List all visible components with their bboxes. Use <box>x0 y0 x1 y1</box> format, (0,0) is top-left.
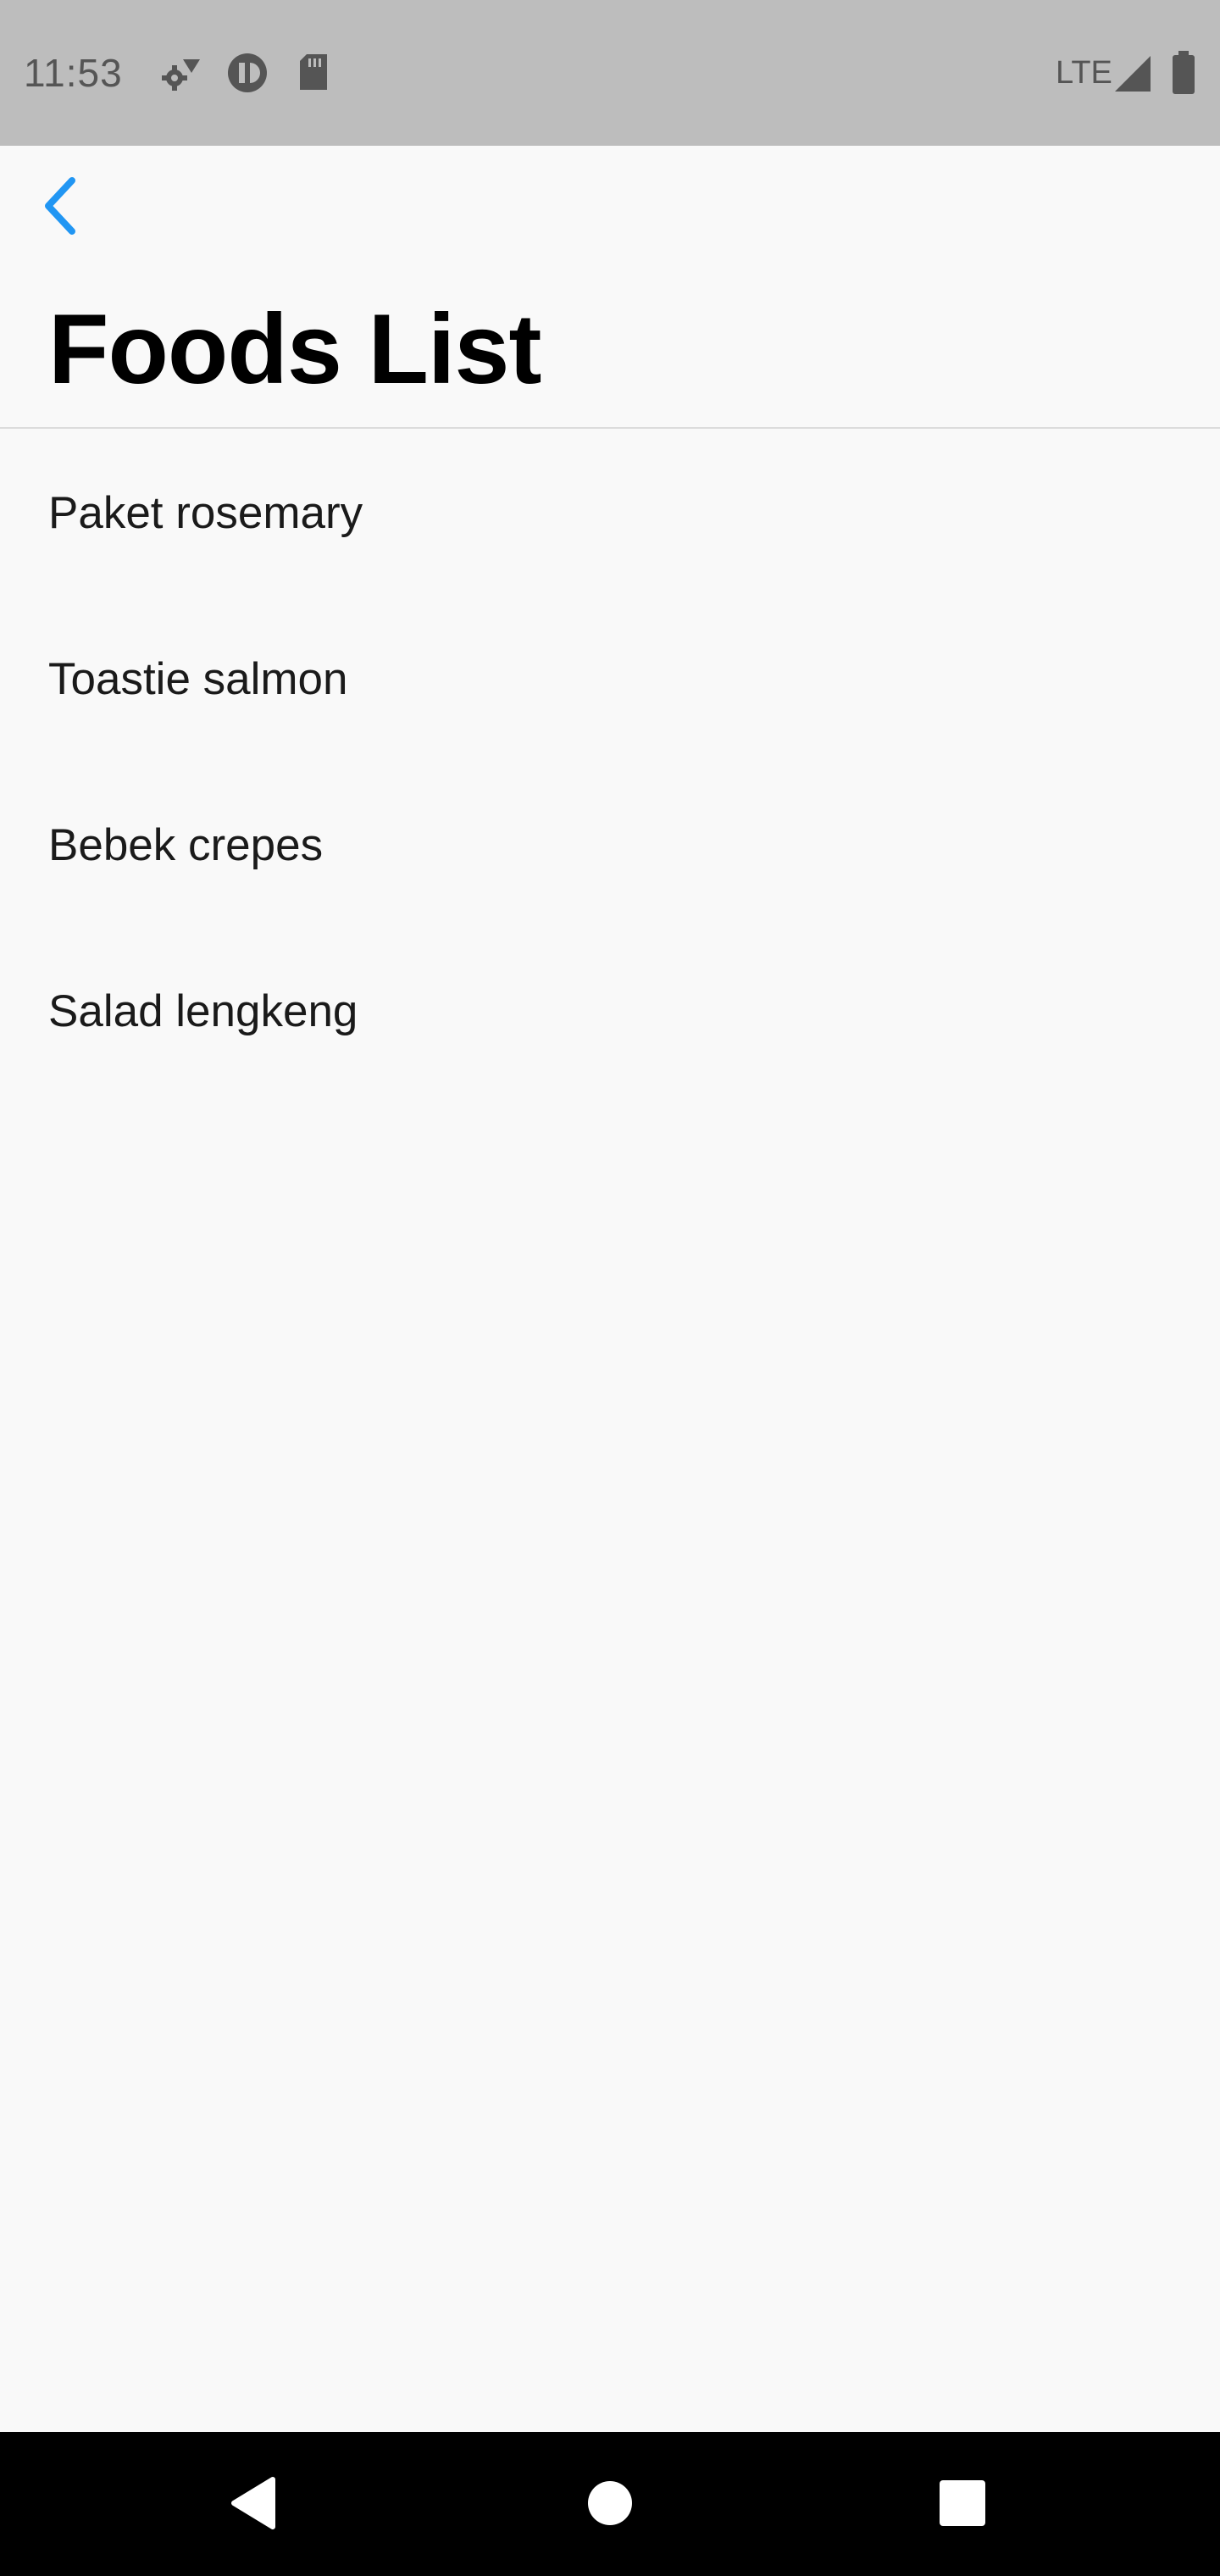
signal-icon <box>1112 53 1152 95</box>
list-item[interactable]: Toastie salmon <box>0 597 1220 763</box>
back-button[interactable] <box>25 169 93 246</box>
nav-recents-button[interactable] <box>935 2469 990 2541</box>
back-triangle-icon <box>222 2477 281 2540</box>
nav-back-button[interactable] <box>222 2469 281 2541</box>
list-item-label: Paket rosemary <box>48 488 363 538</box>
data-saver-icon <box>225 51 269 93</box>
foods-list: Paket rosemary Toastie salmon Bebek crep… <box>0 430 1220 1095</box>
settings-sync-icon <box>159 51 203 93</box>
list-item-label: Toastie salmon <box>48 654 348 704</box>
list-item-label: Bebek crepes <box>48 820 324 870</box>
home-circle-icon <box>583 2481 637 2540</box>
list-item[interactable]: Bebek crepes <box>0 763 1220 929</box>
battery-icon <box>1171 51 1196 94</box>
sd-card-icon <box>297 51 330 93</box>
status-bar: 11:53 LTE <box>0 0 1220 146</box>
network-type-label: LTE <box>1056 55 1112 91</box>
app-bar: Foods List <box>0 146 1220 429</box>
navigation-bar <box>0 2432 1220 2576</box>
chevron-left-icon <box>38 175 80 241</box>
list-item-label: Salad lengkeng <box>48 986 358 1036</box>
list-item[interactable]: Salad lengkeng <box>0 929 1220 1095</box>
recents-square-icon <box>935 2480 990 2540</box>
page-title: Foods List <box>48 293 541 404</box>
list-item[interactable]: Paket rosemary <box>0 430 1220 597</box>
nav-home-button[interactable] <box>583 2469 637 2541</box>
status-time: 11:53 <box>24 51 123 95</box>
